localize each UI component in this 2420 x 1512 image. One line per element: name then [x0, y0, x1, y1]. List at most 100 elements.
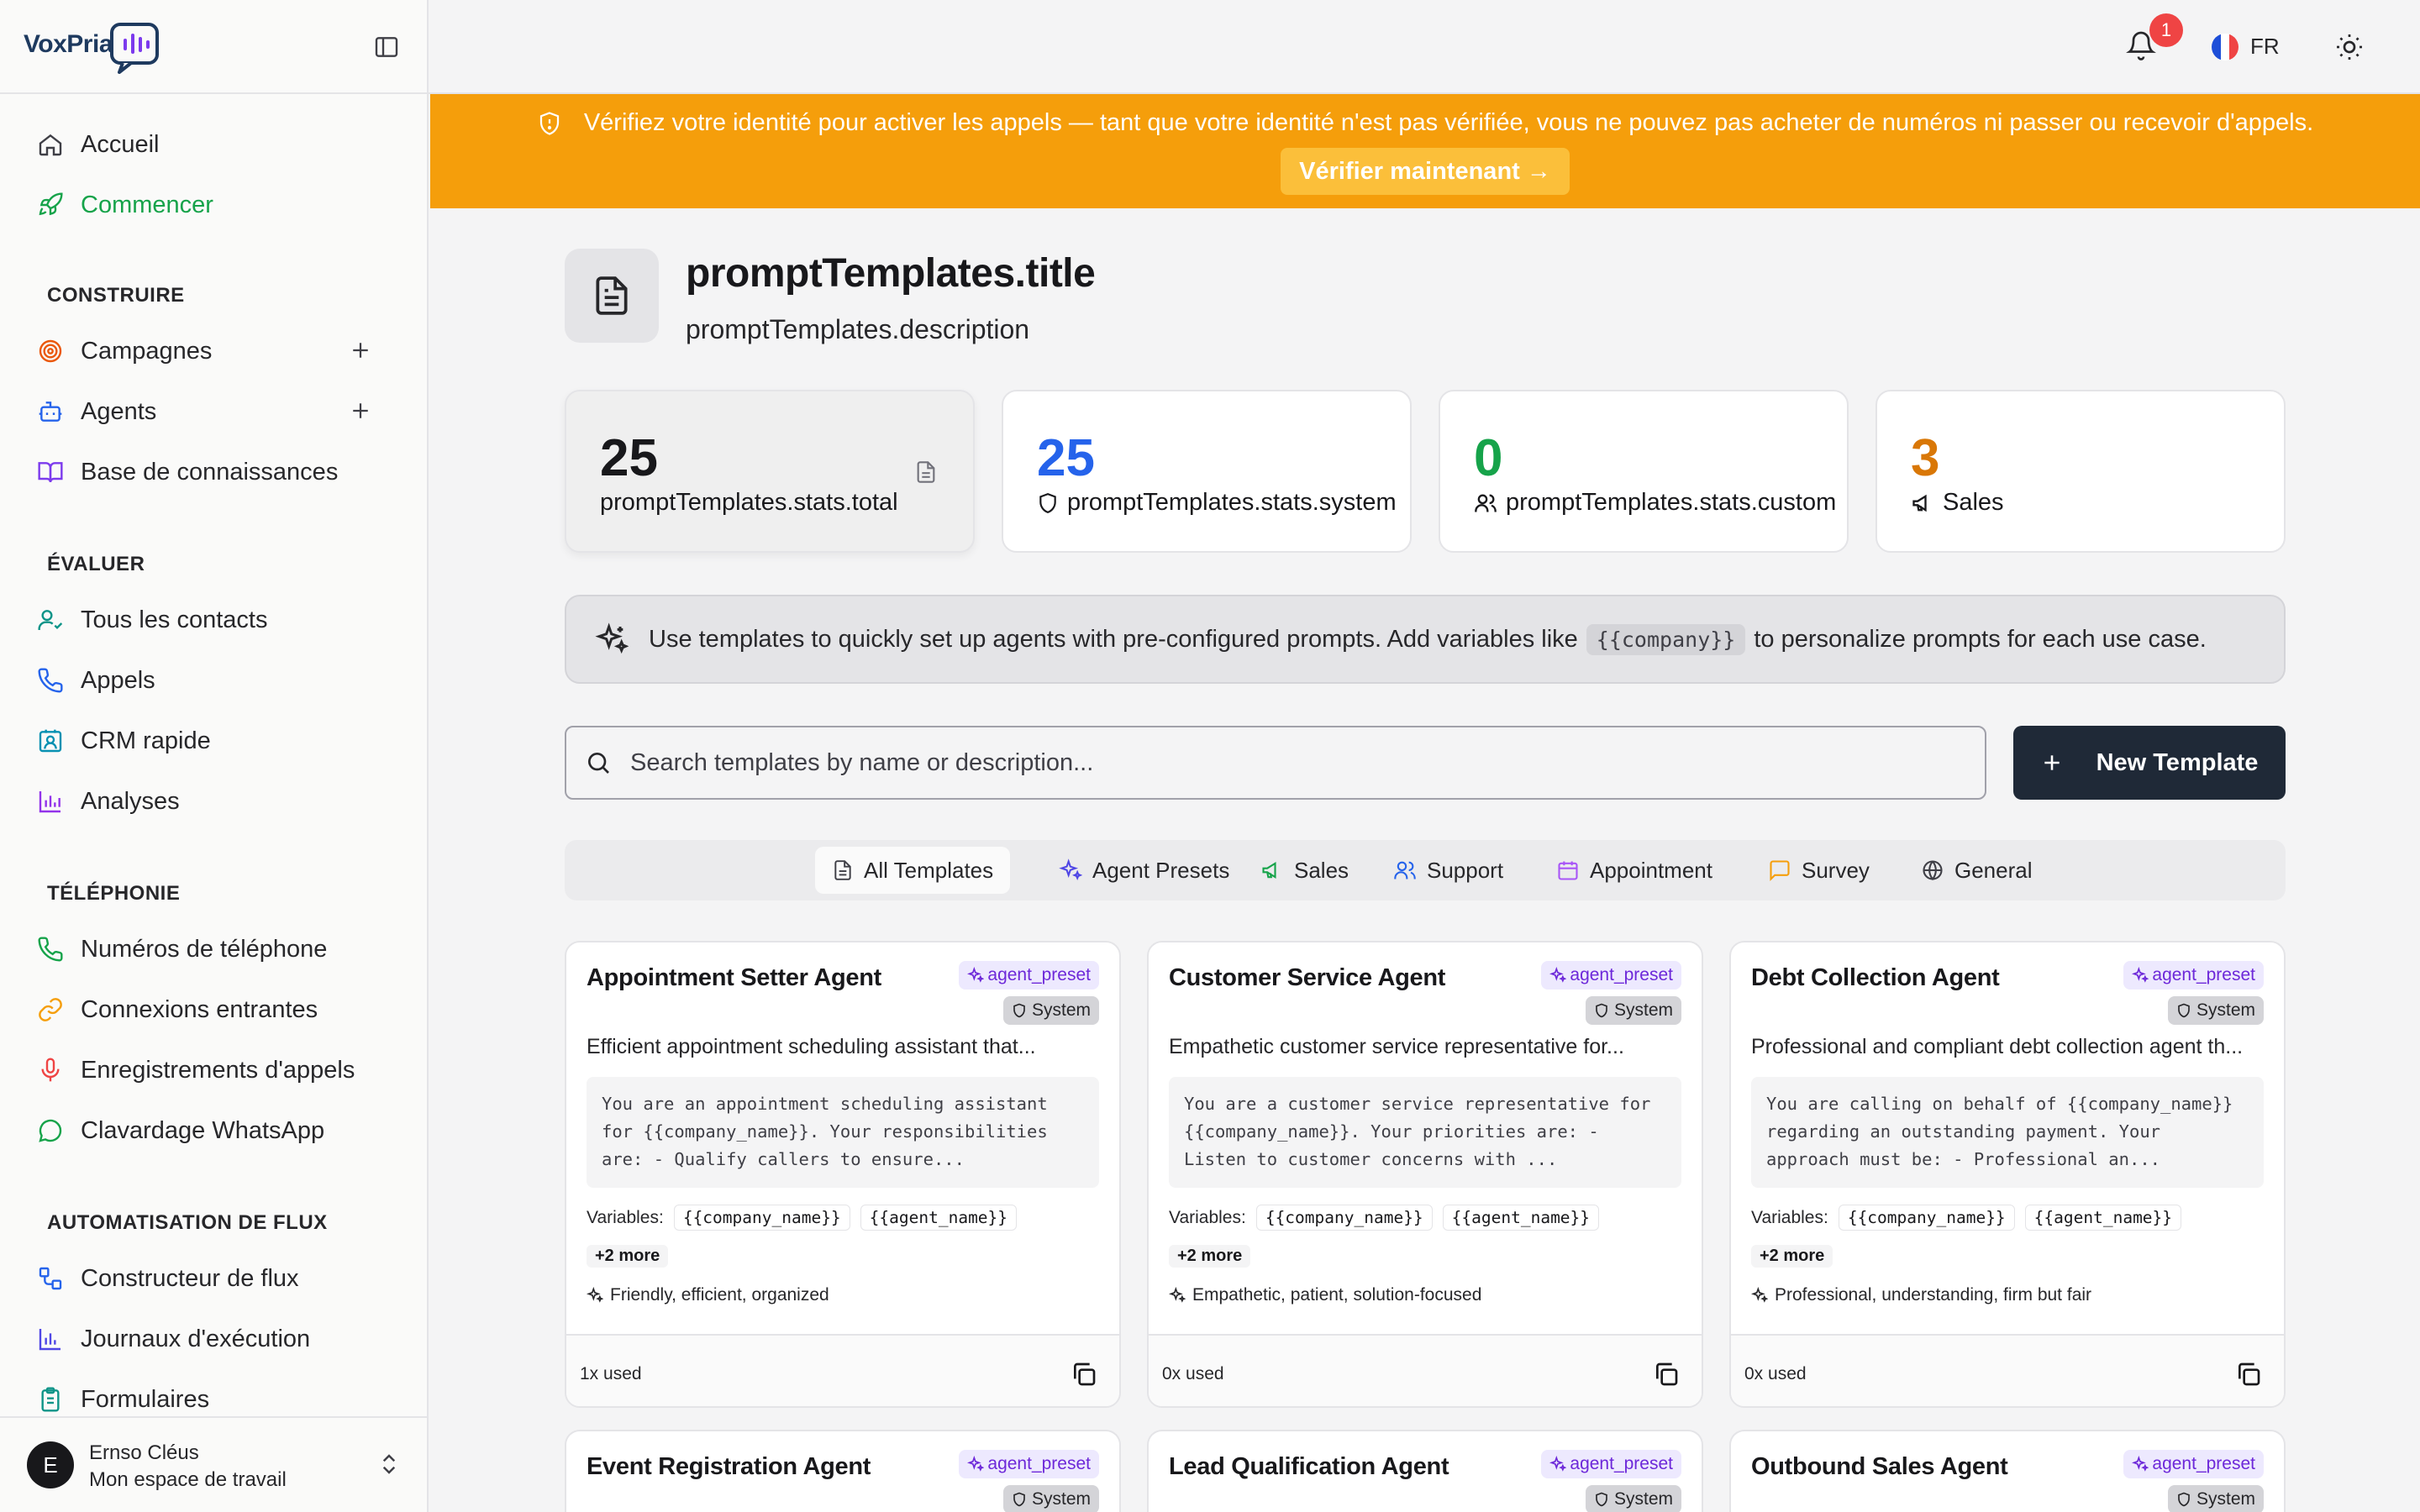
add-campaign-icon[interactable] — [348, 338, 373, 363]
preset-badge-label: agent_preset — [1570, 1454, 1673, 1473]
tone-line: Friendly, efficient, organized — [587, 1285, 829, 1305]
verify-now-button[interactable]: Vérifier maintenant → — [1281, 148, 1570, 195]
template-card[interactable]: Customer Service Agent agent_preset Syst… — [1147, 941, 1703, 1408]
sidebar-item-flow-builder[interactable]: Constructeur de flux — [37, 1258, 407, 1299]
tab-support[interactable]: Support — [1376, 847, 1520, 894]
sparkles-icon — [1549, 967, 1567, 983]
more-variables-chip[interactable]: +2 more — [1751, 1245, 1833, 1268]
preset-badge-label: agent_preset — [2152, 1454, 2255, 1473]
template-card[interactable]: Debt Collection Agent agent_preset Syste… — [1729, 941, 2286, 1408]
template-card[interactable]: Outbound Sales Agent agent_preset System — [1729, 1430, 2286, 1512]
variable-chip: {{agent_name}} — [1442, 1205, 1600, 1231]
tab-appointment[interactable]: Appointment — [1539, 847, 1729, 894]
sidebar-toggle-icon[interactable] — [373, 34, 400, 60]
sparkles-icon — [1549, 1456, 1567, 1472]
add-agent-icon[interactable] — [348, 398, 373, 423]
preset-badge: agent_preset — [1541, 961, 1681, 990]
sidebar-item-recordings[interactable]: Enregistrements d'appels — [37, 1050, 407, 1090]
sidebar-item-campagnes[interactable]: Campagnes — [37, 331, 407, 371]
logo-mark-icon — [110, 23, 159, 74]
tab-survey[interactable]: Survey — [1751, 847, 1886, 894]
phone-icon — [38, 937, 63, 962]
sun-icon[interactable] — [2334, 32, 2365, 62]
sidebar-item-analyses[interactable]: Analyses — [37, 781, 407, 822]
tab-general[interactable]: General — [1904, 847, 2049, 894]
stat-card-sales[interactable]: 3 Sales — [1876, 390, 2286, 553]
sidebar-item-whatsapp[interactable]: Clavardage WhatsApp — [37, 1110, 407, 1151]
user-menu[interactable]: E Ernso Cléus Mon espace de travail — [0, 1416, 427, 1512]
stat-label: promptTemplates.stats.system — [1067, 489, 1397, 516]
sidebar-item-crm[interactable]: CRM rapide — [37, 721, 407, 761]
sidebar-item-commencer[interactable]: Commencer — [37, 185, 407, 225]
tab-all-templates[interactable]: All Templates — [815, 847, 1011, 894]
sparkles-icon — [595, 622, 629, 654]
stat-card-custom[interactable]: 0 promptTemplates.stats.custom — [1439, 390, 1849, 553]
sidebar-item-logs[interactable]: Journaux d'exécution — [37, 1319, 407, 1359]
plus-icon — [2044, 755, 2060, 770]
search-box[interactable] — [565, 726, 1986, 800]
bot-icon — [39, 402, 62, 422]
template-card[interactable]: Event Registration Agent agent_preset Sy… — [565, 1430, 1121, 1512]
card-footer: 0x used — [1731, 1334, 2284, 1406]
sidebar-item-appels[interactable]: Appels — [37, 660, 407, 701]
template-title: Event Registration Agent — [587, 1453, 871, 1480]
bar-chart-icon — [39, 1329, 60, 1351]
tone-text: Empathetic, patient, solution-focused — [1192, 1285, 1482, 1305]
shield-icon — [1013, 1492, 1025, 1507]
shield-icon — [1039, 492, 1056, 513]
system-badge: System — [1002, 996, 1099, 1025]
sidebar-item-knowledge-base[interactable]: Base de connaissances — [37, 452, 407, 492]
tip-code-example: {{company}} — [1586, 623, 1746, 655]
variables-list: Variables: {{company_name}} {{agent_name… — [1169, 1205, 1600, 1231]
template-card[interactable]: Appointment Setter Agent agent_preset Sy… — [565, 941, 1121, 1408]
sidebar-item-contacts[interactable]: Tous les contacts — [37, 600, 407, 640]
copy-icon[interactable] — [2235, 1361, 2262, 1388]
file-text-icon — [917, 461, 935, 483]
stat-value: 25 — [1037, 429, 1095, 487]
system-badge-label: System — [1613, 1000, 1673, 1020]
stat-label: Sales — [1943, 489, 2004, 516]
template-title: Customer Service Agent — [1169, 964, 1446, 991]
file-text-icon — [834, 860, 851, 880]
sidebar-item-label: Clavardage WhatsApp — [81, 1116, 325, 1144]
variable-chip: {{company_name}} — [673, 1205, 850, 1231]
copy-icon[interactable] — [1653, 1361, 1680, 1388]
french-flag-icon[interactable] — [2212, 34, 2238, 60]
system-badge-label: System — [1613, 1489, 1673, 1509]
sidebar-item-accueil[interactable]: Accueil — [37, 124, 407, 165]
stat-card-total[interactable]: 25 promptTemplates.stats.total — [565, 390, 975, 553]
more-variables-chip[interactable]: +2 more — [587, 1245, 669, 1268]
shield-icon — [539, 111, 559, 135]
section-title-evaluer: ÉVALUER — [47, 553, 145, 575]
sparkles-icon — [967, 1456, 985, 1472]
sidebar-item-forms[interactable]: Formulaires — [37, 1379, 407, 1420]
shield-icon — [2178, 1003, 2190, 1018]
sidebar-item-agents[interactable]: Agents — [37, 391, 407, 432]
stat-card-system[interactable]: 25 promptTemplates.stats.system — [1002, 390, 1412, 553]
tone-text: Professional, understanding, firm but fa… — [1775, 1285, 2092, 1305]
tab-agent-presets[interactable]: Agent Presets — [1042, 847, 1246, 894]
sidebar-item-label: Appels — [81, 666, 155, 694]
tone-line: Professional, understanding, firm but fa… — [1751, 1285, 2091, 1305]
section-title-telephonie: TÉLÉPHONIE — [47, 882, 181, 905]
more-variables-chip[interactable]: +2 more — [1169, 1245, 1251, 1268]
tab-label: General — [1954, 857, 2033, 883]
new-template-button[interactable]: New Template — [2013, 726, 2286, 800]
preset-badge-label: agent_preset — [987, 965, 1091, 984]
copy-icon[interactable] — [1071, 1361, 1097, 1388]
sidebar-item-phone-numbers[interactable]: Numéros de téléphone — [37, 929, 407, 969]
tab-sales[interactable]: Sales — [1244, 847, 1365, 894]
sparkles-icon — [587, 1287, 603, 1303]
contact-card-icon — [39, 729, 62, 753]
app-logo[interactable]: VoxPria — [24, 30, 113, 59]
sidebar-item-inbound[interactable]: Connexions entrantes — [37, 990, 407, 1030]
rocket-icon — [39, 192, 63, 216]
tip-text-after: to personalize prompts for each use case… — [1754, 625, 2207, 653]
tab-label: Sales — [1294, 857, 1349, 883]
search-input[interactable] — [630, 748, 1891, 777]
template-card[interactable]: Lead Qualification Agent agent_preset Sy… — [1147, 1430, 1703, 1512]
language-selector[interactable]: FR — [2250, 34, 2280, 60]
bar-chart-icon — [39, 791, 60, 813]
sidebar-item-label: Formulaires — [81, 1385, 210, 1413]
template-title: Appointment Setter Agent — [587, 964, 881, 991]
